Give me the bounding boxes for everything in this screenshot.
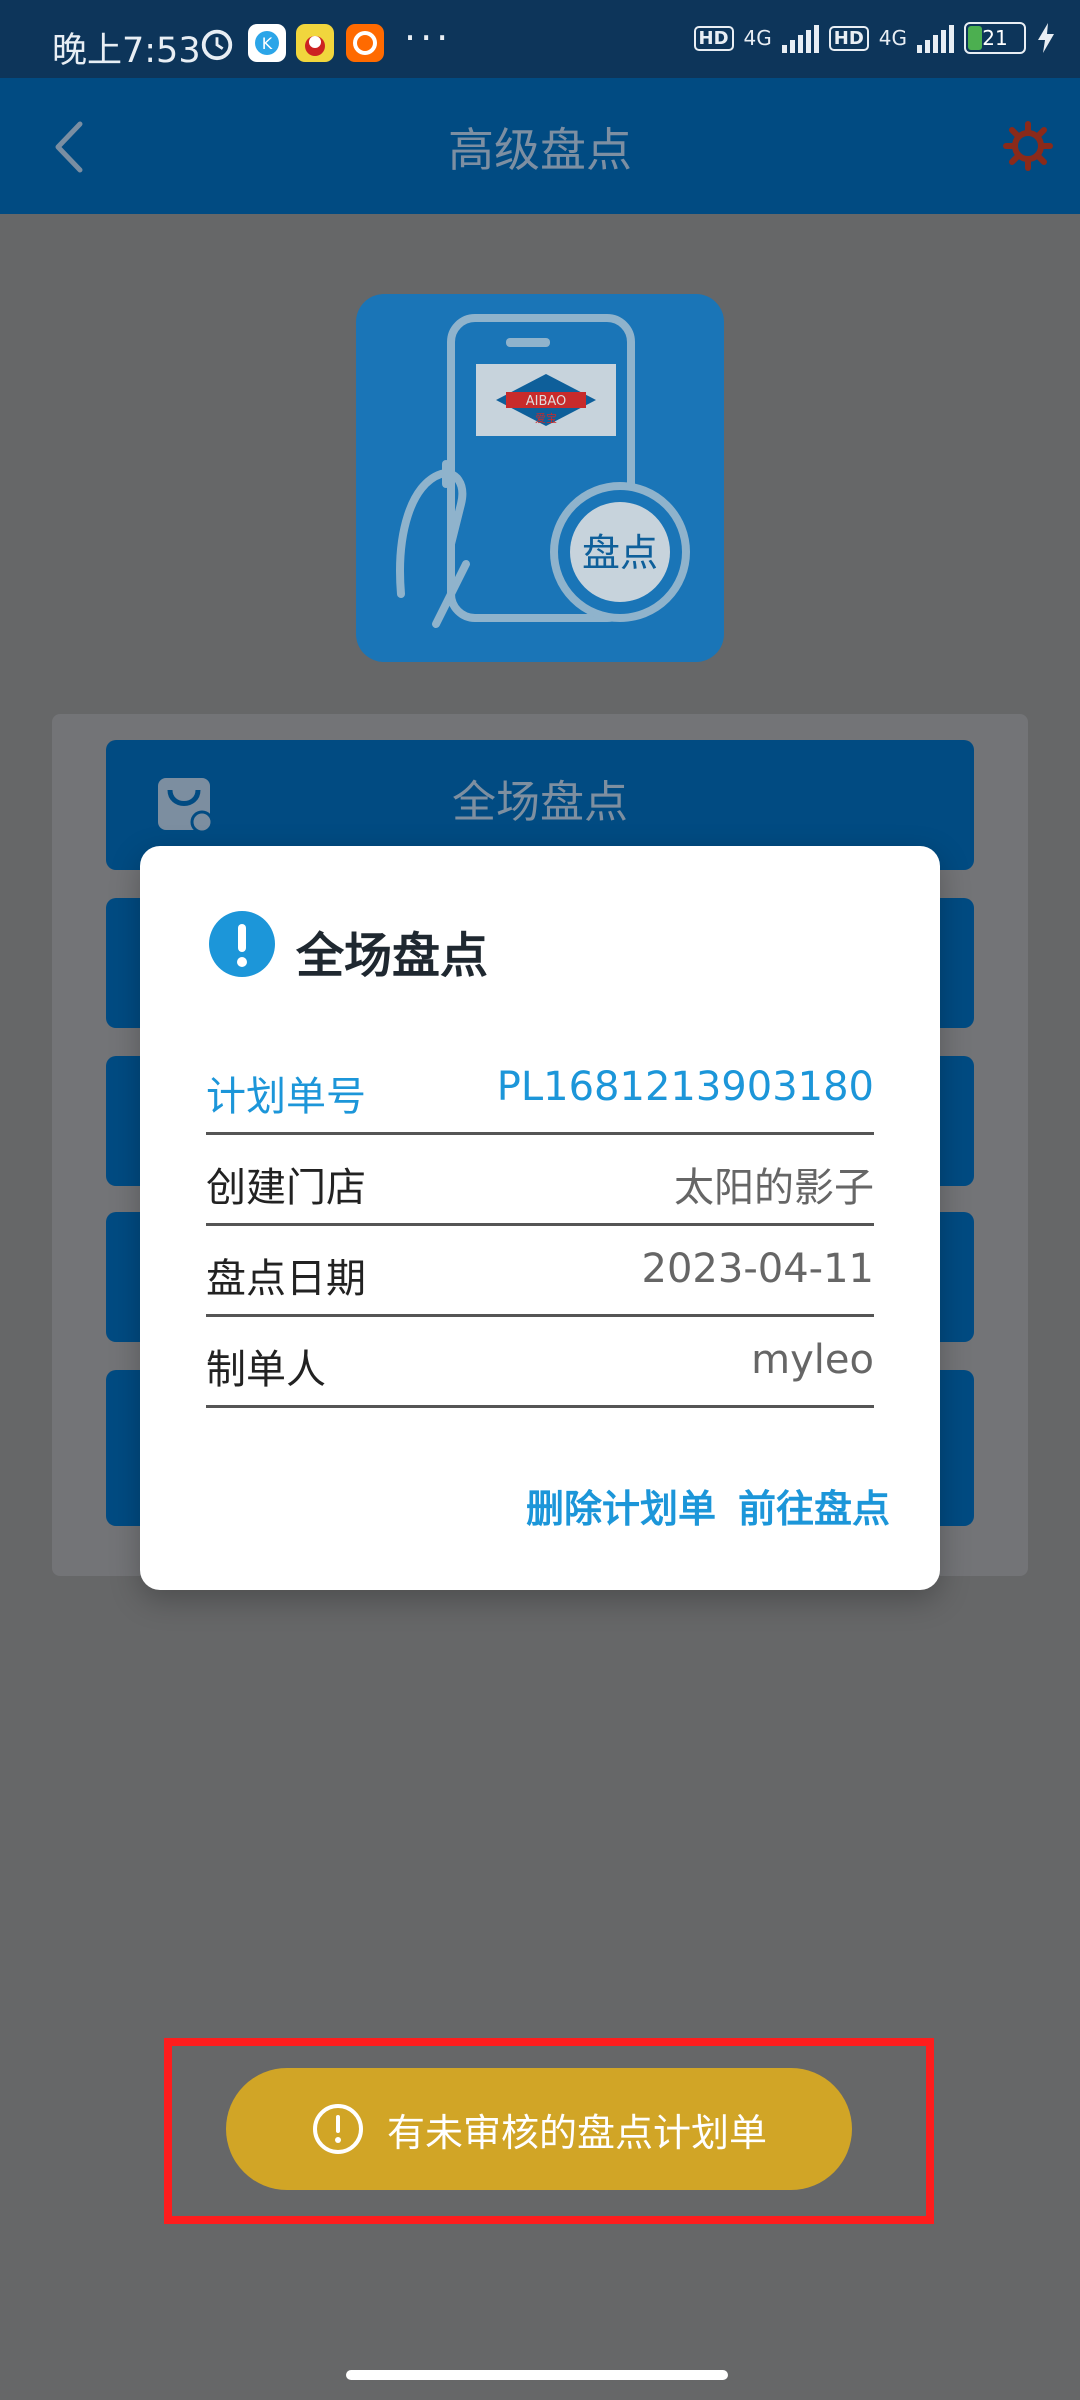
highlight-box [164,2038,934,2224]
exclamation-circle-icon [209,911,275,977]
hero-badge: 盘点 [582,531,658,575]
plan-number-value: PL1681213903180 [496,1064,874,1110]
plan-number-label: 计划单号 [206,1074,366,1120]
hd-badge: HD [693,25,734,51]
dialog-title: 全场盘点 [296,928,489,984]
hero-brand: AIBAO [526,394,567,409]
charging-icon [1038,23,1054,53]
home-indicator[interactable] [346,2370,728,2380]
menu-label-full-inventory: 全场盘点 [452,777,628,828]
k-app-icon: K [248,24,286,62]
phone-inventory-icon: AIBAO 爱宝 盘点 [396,314,690,628]
inventory-hero-image: AIBAO 爱宝 盘点 [356,294,724,662]
plan-dialog: 全场盘点 计划单号 PL1681213903180 创建门店 太阳的影子 盘点日… [140,846,940,1590]
go-inventory-button[interactable]: 前往盘点 [738,1478,890,1533]
gear-icon[interactable] [1002,120,1054,172]
store-row: 创建门店 太阳的影子 [206,1133,874,1226]
hero-brand-sub: 爱宝 [535,411,557,425]
taobao-icon [346,24,384,62]
battery-icon: 21 [964,22,1026,54]
alarm-icon [201,29,233,61]
store-label: 创建门店 [206,1165,366,1211]
date-label: 盘点日期 [206,1256,366,1302]
signal-icon [781,23,819,53]
more-indicator: ··· [404,16,453,60]
battery-level: 21 [982,26,1008,50]
date-value: 2023-04-11 [641,1246,874,1292]
date-row: 盘点日期 2023-04-11 [206,1224,874,1317]
page-title: 高级盘点 [448,123,632,177]
app-bar: 高级盘点 [0,78,1080,214]
creator-label: 制单人 [206,1347,326,1393]
store-value: 太阳的影子 [674,1165,874,1211]
avatar-app-icon [296,24,334,62]
svg-text:K: K [262,34,273,53]
status-right-cluster: HD 4G HD 4G 21 [693,22,1057,54]
creator-value: myleo [751,1337,874,1383]
hd-badge-2: HD [828,25,869,51]
signal-icon-2 [917,23,954,53]
delete-plan-button[interactable]: 删除计划单 [526,1478,716,1533]
plan-number-row: 计划单号 PL1681213903180 [206,1042,874,1135]
status-time: 晚上7:53 [52,31,201,71]
dialog-actions: 删除计划单 前往盘点 [526,1478,890,1533]
network-type: 4G [743,26,772,50]
creator-row: 制单人 myleo [206,1315,874,1408]
network-type-2: 4G [878,26,907,50]
